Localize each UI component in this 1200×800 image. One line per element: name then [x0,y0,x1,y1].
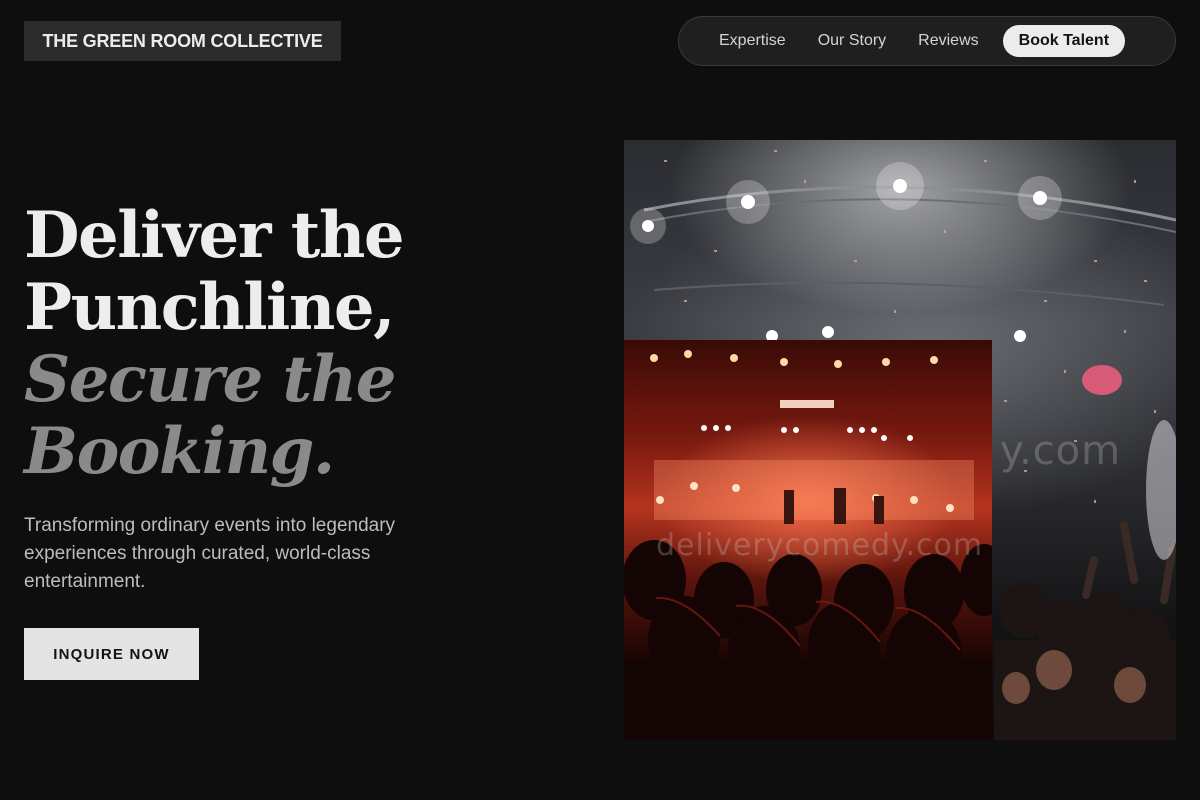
headline-line-1: Deliver the [24,198,405,273]
book-talent-button[interactable]: Book Talent [1002,25,1126,57]
image-watermark: deliverycomedy.com [656,528,984,563]
red-stage-image: deliverycomedy.com [624,340,992,740]
image-watermark: y.com [1000,428,1122,474]
main-nav: Expertise Our Story Reviews Book Talent [678,16,1176,66]
brand-logo[interactable]: THE GREEN ROOM COLLECTIVE [24,21,341,61]
headline-line-3: Secure the [24,342,396,417]
nav-item-reviews[interactable]: Reviews [902,25,994,57]
nav-item-our-story[interactable]: Our Story [802,25,902,57]
landing-page: THE GREEN ROOM COLLECTIVE Expertise Our … [0,0,1200,800]
headline-line-2: Punchline, [24,270,395,345]
hero-subtext: Transforming ordinary events into legend… [24,515,396,592]
nav-item-expertise[interactable]: Expertise [703,25,802,57]
hero-headline: Deliver the Punchline, Secure the Bookin… [24,200,584,488]
headline-line-4: Booking. [24,414,335,489]
inquire-now-button[interactable]: INQUIRE NOW [24,628,199,680]
